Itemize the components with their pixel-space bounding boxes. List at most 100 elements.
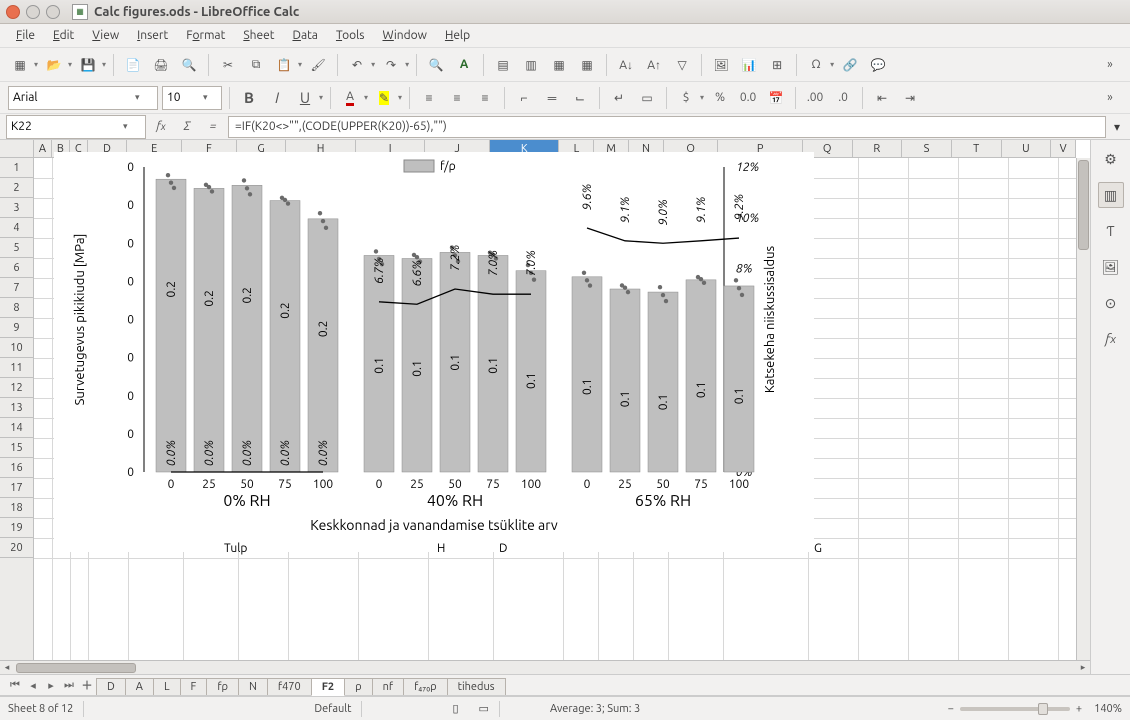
row-icon[interactable]: ▤ xyxy=(491,53,515,77)
tab-first-icon[interactable]: ⏮ xyxy=(6,679,24,692)
row-header-16[interactable]: 16 xyxy=(0,458,33,478)
name-box-input[interactable] xyxy=(11,117,121,137)
sheet-tab-f₄₇₀ρ[interactable]: f₄₇₀ρ xyxy=(403,678,448,695)
formula-expand-icon[interactable]: ▾ xyxy=(1110,120,1124,134)
row-header-17[interactable]: 17 xyxy=(0,478,33,498)
sort-desc-icon[interactable]: A↑ xyxy=(642,53,666,77)
equals-icon[interactable]: = xyxy=(202,116,224,138)
row-header-15[interactable]: 15 xyxy=(0,438,33,458)
col-header-S[interactable]: S xyxy=(902,140,952,157)
col-header-V[interactable]: V xyxy=(1051,140,1076,157)
insert-image-icon[interactable]: 🖼 xyxy=(709,53,733,77)
sheet-tab-D[interactable]: D xyxy=(96,678,126,695)
window-close-button[interactable] xyxy=(6,5,20,19)
chevron-down-icon[interactable]: ▾ xyxy=(121,121,130,132)
tab-add-icon[interactable]: ＋ xyxy=(78,677,96,693)
function-wizard-icon[interactable]: fx xyxy=(150,116,172,138)
zoom-slider[interactable] xyxy=(960,707,1070,711)
zoom-out-icon[interactable]: − xyxy=(948,703,954,715)
row-header-20[interactable]: 20 xyxy=(0,538,33,558)
freeze-icon[interactable]: ▦ xyxy=(575,53,599,77)
sheet-tab-N[interactable]: N xyxy=(238,678,268,695)
sum-icon[interactable]: Σ xyxy=(176,116,198,138)
menu-window[interactable]: Window xyxy=(374,26,434,45)
name-box[interactable]: ▾ xyxy=(6,115,146,139)
sheet-tab-ρ[interactable]: ρ xyxy=(344,678,373,695)
col-header-R[interactable]: R xyxy=(853,140,903,157)
formula-input[interactable]: =IF(K20<>"",(CODE(UPPER(K20))-65),"") xyxy=(228,116,1106,138)
font-size-input[interactable] xyxy=(167,88,201,108)
save-icon[interactable]: 💾 xyxy=(76,53,100,77)
merge-icon[interactable]: ▭ xyxy=(635,86,659,110)
sheet-tab-f470[interactable]: f470 xyxy=(267,678,312,695)
sidebar-settings-icon[interactable]: ⚙ xyxy=(1098,146,1124,172)
styles-panel-icon[interactable]: Ƭ xyxy=(1098,218,1124,244)
menu-sheet[interactable]: Sheet xyxy=(235,26,282,45)
font-name-input[interactable] xyxy=(13,88,133,108)
sheet-tab-A[interactable]: A xyxy=(125,678,154,695)
wrap-icon[interactable]: ↵ xyxy=(607,86,631,110)
increase-indent-icon[interactable]: ⇥ xyxy=(898,86,922,110)
number-icon[interactable]: 0.0 xyxy=(736,86,760,110)
insert-chart-icon[interactable]: 📊 xyxy=(737,53,761,77)
row-header-6[interactable]: 6 xyxy=(0,258,33,278)
sheet-tab-L[interactable]: L xyxy=(153,678,181,695)
copy-icon[interactable]: ⧉ xyxy=(244,53,268,77)
embedded-chart[interactable]: 00000000012%10%8%6%4%2%0%f/ρ0.200.0%0.22… xyxy=(54,152,814,552)
open-icon[interactable]: 📂 xyxy=(42,53,66,77)
export-pdf-icon[interactable]: 📄 xyxy=(121,53,145,77)
navigator-panel-icon[interactable]: ⊙ xyxy=(1098,290,1124,316)
date-icon[interactable]: 📅 xyxy=(764,86,788,110)
align-center-icon[interactable]: ≡ xyxy=(445,86,469,110)
bold-icon[interactable]: B xyxy=(237,86,261,110)
percent-icon[interactable]: % xyxy=(708,86,732,110)
print-preview-icon[interactable]: 🔍 xyxy=(177,53,201,77)
remove-decimal-icon[interactable]: .0 xyxy=(831,86,855,110)
scroll-left-icon[interactable]: ◂ xyxy=(0,661,14,675)
tab-next-icon[interactable]: ▸ xyxy=(42,679,60,692)
align-middle-icon[interactable]: ═ xyxy=(540,86,564,110)
new-icon[interactable]: ▦ xyxy=(8,53,32,77)
cell-grid[interactable]: 00000000012%10%8%6%4%2%0%f/ρ0.200.0%0.22… xyxy=(34,158,1076,660)
menu-data[interactable]: Data xyxy=(284,26,326,45)
align-bottom-icon[interactable]: ⌙ xyxy=(568,86,592,110)
sheet-tab-F2[interactable]: F2 xyxy=(311,678,345,696)
insert-mode-icon[interactable]: ▯ xyxy=(452,702,458,715)
window-minimize-button[interactable] xyxy=(26,5,40,19)
toolbar-overflow-icon[interactable]: » xyxy=(1098,53,1122,77)
row-header-4[interactable]: 4 xyxy=(0,218,33,238)
print-icon[interactable]: 🖨 xyxy=(149,53,173,77)
redo-icon[interactable]: ↷ xyxy=(379,53,403,77)
col-header-T[interactable]: T xyxy=(952,140,1002,157)
properties-panel-icon[interactable]: ▥ xyxy=(1098,182,1124,208)
sort-asc-icon[interactable]: A↓ xyxy=(614,53,638,77)
clone-format-icon[interactable]: 🖌 xyxy=(306,53,330,77)
undo-icon[interactable]: ↶ xyxy=(345,53,369,77)
spellcheck-icon[interactable]: A xyxy=(452,53,476,77)
row-header-5[interactable]: 5 xyxy=(0,238,33,258)
row-header-2[interactable]: 2 xyxy=(0,178,33,198)
row-header-1[interactable]: 1 xyxy=(0,158,33,178)
align-top-icon[interactable]: ⌐ xyxy=(512,86,536,110)
col-header-U[interactable]: U xyxy=(1002,140,1052,157)
row-header-12[interactable]: 12 xyxy=(0,378,33,398)
sheet-tab-fρ[interactable]: fρ xyxy=(206,678,239,695)
align-right-icon[interactable]: ≡ xyxy=(473,86,497,110)
tab-last-icon[interactable]: ⏭ xyxy=(60,679,78,692)
sheet-tab-tihedus[interactable]: tihedus xyxy=(447,678,506,695)
chevron-down-icon[interactable]: ▾ xyxy=(133,92,142,103)
paste-icon[interactable]: 📋 xyxy=(272,53,296,77)
row-header-3[interactable]: 3 xyxy=(0,198,33,218)
font-name-combo[interactable]: ▾ xyxy=(8,86,158,110)
zoom-in-icon[interactable]: + xyxy=(1076,703,1082,715)
sheet-tab-F[interactable]: F xyxy=(180,678,208,695)
font-color-icon[interactable]: A xyxy=(338,86,362,110)
menu-insert[interactable]: Insert xyxy=(129,26,176,45)
menu-tools[interactable]: Tools xyxy=(328,26,373,45)
underline-icon[interactable]: U xyxy=(293,86,317,110)
window-maximize-button[interactable] xyxy=(46,5,60,19)
functions-panel-icon[interactable]: fx xyxy=(1098,326,1124,352)
gallery-panel-icon[interactable]: 🖼 xyxy=(1098,254,1124,280)
menu-edit[interactable]: Edit xyxy=(45,26,82,45)
autofilter-icon[interactable]: ▽ xyxy=(670,53,694,77)
